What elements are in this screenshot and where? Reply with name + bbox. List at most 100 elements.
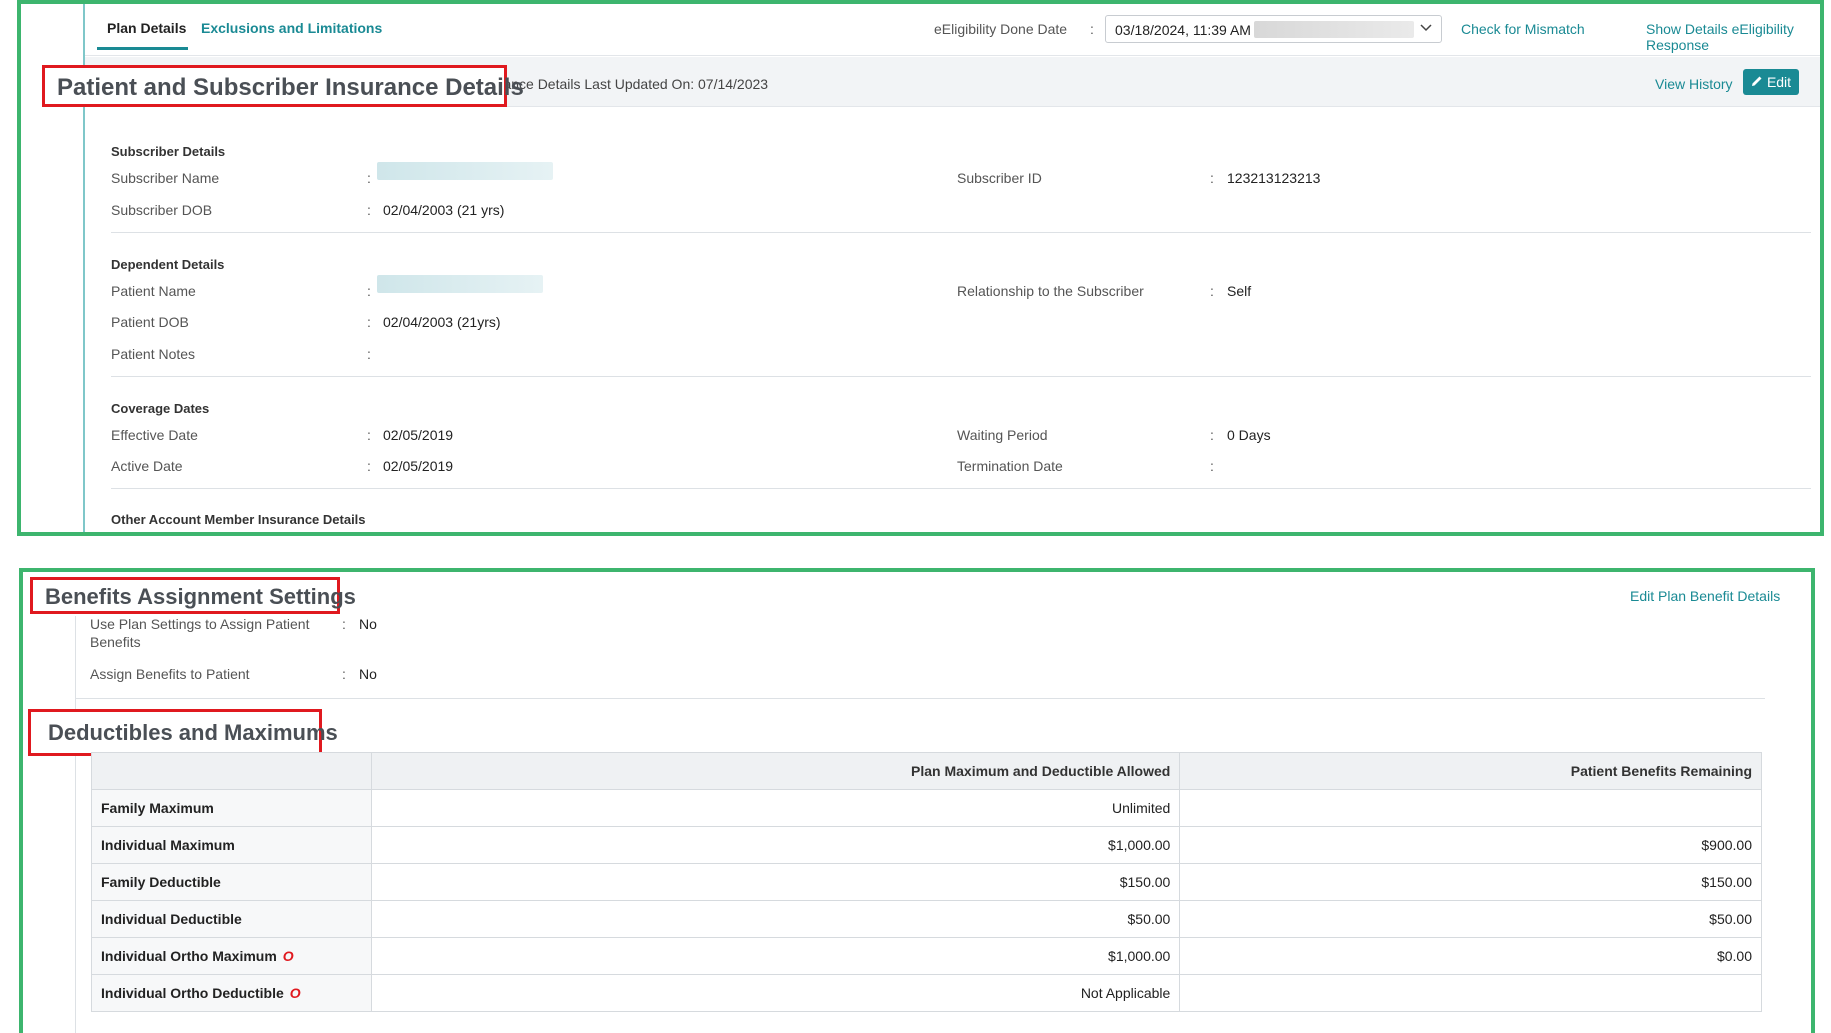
table-header: Plan Maximum and Deductible Allowed [370, 752, 1181, 790]
label-colon: : [1210, 427, 1214, 443]
label-colon: : [367, 458, 371, 474]
eligibility-date-select[interactable]: 03/18/2024, 11:39 AM [1105, 15, 1442, 43]
subscriber-name-label: Subscriber Name [111, 170, 220, 186]
use-plan-settings-value: No [359, 616, 377, 632]
label-colon: : [367, 346, 371, 362]
divider [75, 698, 1765, 699]
assign-benefits-value: No [359, 666, 377, 682]
edit-button[interactable]: Edit [1743, 69, 1799, 95]
allowed-cell: $150.00 [370, 863, 1181, 901]
table-header-row: Plan Maximum and Deductible Allowed Pati… [91, 752, 1762, 790]
relationship-label: Relationship to the Subscriber [957, 283, 1144, 299]
row-label-text: Family Maximum [101, 800, 214, 816]
allowed-cell: $1,000.00 [370, 937, 1181, 975]
label-colon: : [367, 202, 371, 218]
content-left-border [75, 616, 76, 1033]
assign-benefits-label: Assign Benefits to Patient [90, 666, 250, 682]
show-details-eligibility-link[interactable]: Show Details eEligibility Response [1646, 21, 1820, 53]
table-row: Family Deductible $150.00 $150.00 [91, 863, 1762, 901]
patient-dob-value: 02/04/2003 (21yrs) [383, 314, 501, 330]
subscriber-id-label: Subscriber ID [957, 170, 1042, 186]
patient-name-label: Patient Name [111, 283, 196, 299]
edit-button-label: Edit [1766, 74, 1792, 90]
termination-date-label: Termination Date [957, 458, 1063, 474]
use-plan-settings-label: Use Plan Settings to Assign Patient [90, 616, 310, 632]
effective-date-label: Effective Date [111, 427, 198, 443]
relationship-value: Self [1227, 283, 1252, 299]
tab-bar: Plan Details Exclusions and Limitations … [85, 4, 1820, 56]
check-mismatch-link[interactable]: Check for Mismatch [1461, 21, 1585, 37]
remaining-cell: $900.00 [1179, 826, 1762, 864]
waiting-period-label: Waiting Period [957, 427, 1048, 443]
label-colon: : [367, 314, 371, 330]
subscriber-id-value: 123213123213 [1227, 170, 1321, 186]
divider [111, 232, 1811, 233]
eligibility-date-value: 03/18/2024, 11:39 AM [1115, 22, 1251, 38]
remaining-cell [1179, 789, 1762, 827]
table-row: Individual Ortho Deductible O Not Applicab… [91, 974, 1762, 1012]
label-colon: : [1210, 458, 1214, 474]
row-label-text: Individual Ortho Deductible [101, 985, 284, 1001]
deductibles-title: Deductibles and Maximums [48, 720, 338, 745]
ortho-indicator-icon: O [282, 948, 294, 964]
patient-notes-label: Patient Notes [111, 346, 196, 362]
effective-date-value: 02/05/2019 [383, 427, 454, 443]
label-colon: : [1210, 283, 1214, 299]
eligibility-done-date-label: eEligibility Done Date [934, 21, 1068, 37]
chevron-down-icon [1419, 20, 1433, 37]
other-account-title: Other Account Member Insurance Details [111, 512, 366, 527]
pencil-icon [1751, 74, 1763, 90]
patient-dob-label: Patient DOB [111, 314, 189, 330]
remaining-cell: $0.00 [1179, 937, 1762, 975]
benefits-title: Benefits Assignment Settings [45, 584, 356, 609]
ortho-indicator-icon: O [289, 985, 301, 1001]
label-colon: : [367, 427, 371, 443]
subscriber-dob-label: Subscriber DOB [111, 202, 213, 218]
allowed-cell: $50.00 [370, 900, 1181, 938]
view-history-link[interactable]: View History [1655, 76, 1733, 92]
label-colon: : [342, 616, 346, 632]
label-colon: : [1090, 21, 1094, 37]
row-label: Individual Deductible [91, 900, 372, 938]
tab-exclusions-limitations[interactable]: Exclusions and Limitations [201, 20, 382, 36]
allowed-cell: $1,000.00 [370, 826, 1181, 864]
remaining-cell: $50.00 [1179, 900, 1762, 938]
benefits-title-box: Benefits Assignment Settings [30, 577, 356, 614]
redacted-value [1254, 21, 1414, 38]
benefits-panel: Benefits Assignment Settings Edit Plan B… [19, 568, 1815, 1033]
label-colon: : [367, 283, 371, 299]
insurance-details-panel: Plan Details Exclusions and Limitations … [17, 0, 1824, 536]
allowed-cell: Unlimited [370, 789, 1181, 827]
table-row: Individual Deductible $50.00 $50.00 [91, 900, 1762, 938]
row-label: Individual Maximum [91, 826, 372, 864]
patient-name-redacted [377, 275, 543, 293]
table-row: Individual Maximum $1,000.00 $900.00 [91, 826, 1762, 864]
tab-plan-details[interactable]: Plan Details [107, 20, 186, 36]
label-colon: : [1210, 170, 1214, 186]
row-label-text: Individual Ortho Maximum [101, 948, 277, 964]
row-label: Family Maximum [91, 789, 372, 827]
subscriber-name-redacted [377, 162, 553, 180]
table-header [91, 752, 372, 790]
remaining-cell [1179, 974, 1762, 1012]
allowed-cell: Not Applicable [370, 974, 1181, 1012]
table-row: Family Maximum Unlimited [91, 789, 1762, 827]
last-updated-text: urance Details Last Updated On: 07/14/20… [491, 76, 769, 92]
row-label-text: Family Deductible [101, 874, 221, 890]
deductibles-title-box: Deductibles and Maximums [28, 709, 338, 756]
section-title-box: Patient and Subscriber Insurance Details [42, 65, 524, 107]
remaining-cell: $150.00 [1179, 863, 1762, 901]
edit-plan-benefit-link[interactable]: Edit Plan Benefit Details [1630, 588, 1780, 604]
use-plan-settings-label-cont: Benefits [90, 634, 141, 650]
subscriber-details-title: Subscriber Details [111, 144, 226, 159]
active-date-value: 02/05/2019 [383, 458, 454, 474]
waiting-period-value: 0 Days [1227, 427, 1271, 443]
divider [111, 488, 1811, 489]
coverage-dates-title: Coverage Dates [111, 401, 210, 416]
table-header: Patient Benefits Remaining [1179, 752, 1762, 790]
dependent-details-title: Dependent Details [111, 257, 225, 272]
section-title: Patient and Subscriber Insurance Details [57, 74, 524, 101]
row-label-text: Individual Maximum [101, 837, 235, 853]
active-tab-indicator [97, 47, 188, 50]
row-label: Individual Ortho Maximum O [91, 937, 372, 975]
